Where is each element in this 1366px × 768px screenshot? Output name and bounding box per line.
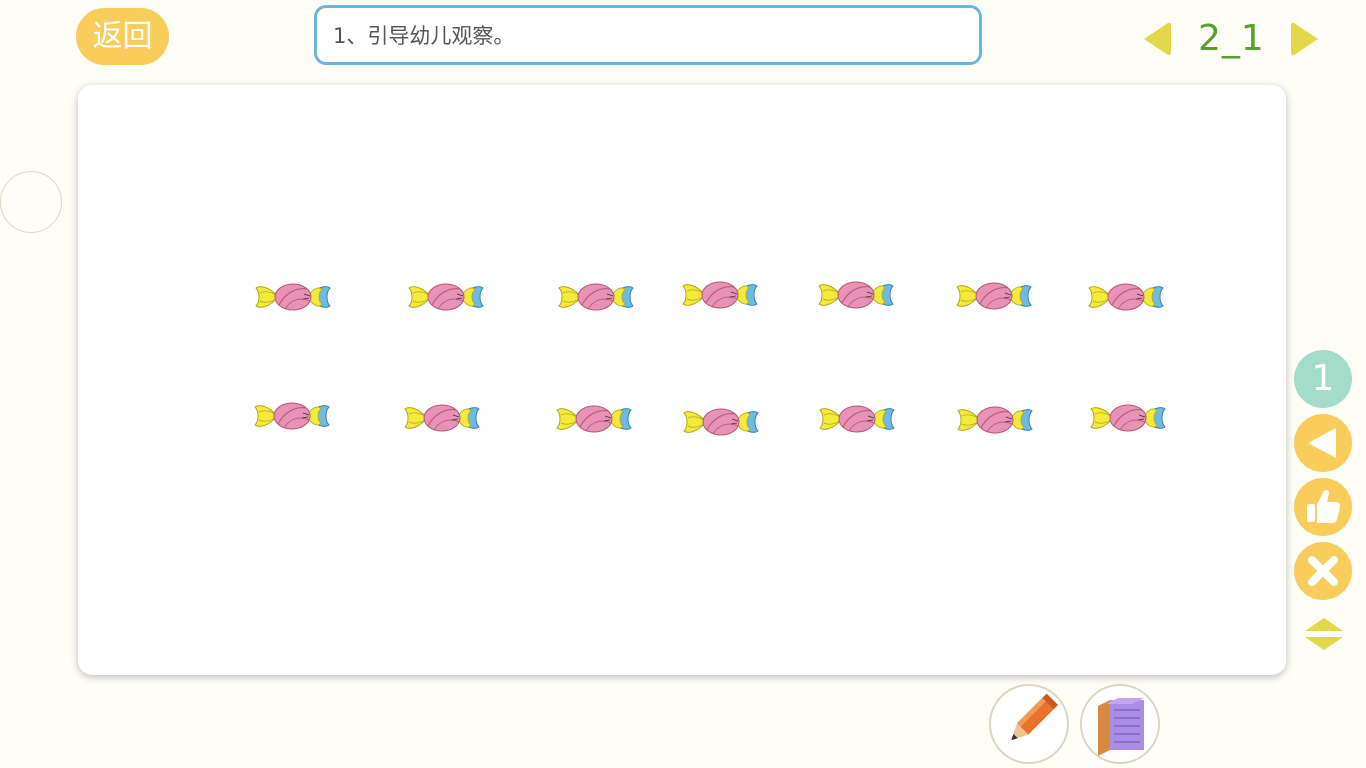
next-page-icon[interactable] [1290, 20, 1322, 58]
candy-icon [1090, 404, 1166, 432]
candy-icon [254, 402, 330, 430]
candy-icon [558, 283, 634, 311]
candy-icon [956, 282, 1032, 310]
instruction-text: 1、引导幼儿观察。 [333, 24, 515, 48]
candy-icon [682, 281, 758, 309]
side-circle-button[interactable] [0, 171, 62, 233]
back-button[interactable]: 返回 [76, 8, 169, 65]
instruction-box: 1、引导幼儿观察。 [314, 5, 982, 65]
previous-button[interactable] [1294, 414, 1352, 472]
previous-icon [1308, 428, 1336, 458]
candy-icon [818, 281, 894, 309]
pencil-icon [1011, 693, 1058, 741]
candy-icon [819, 405, 895, 433]
pencil-button[interactable] [989, 684, 1069, 764]
candy-icon [556, 405, 632, 433]
candy-icon [255, 283, 331, 311]
collapse-icon[interactable] [1303, 614, 1345, 654]
notebook-button[interactable] [1080, 684, 1160, 764]
page-number: 2_1 [1198, 18, 1265, 59]
thumbs-up-button[interactable] [1294, 478, 1352, 536]
prev-page-icon[interactable] [1140, 20, 1172, 58]
candy-icon [404, 404, 480, 432]
candy-icon [1088, 283, 1164, 311]
page-navigator: 2_1 [1140, 14, 1330, 66]
close-button[interactable] [1294, 542, 1352, 600]
app-page: 返回 1、引导幼儿观察。 2_1 1 [0, 0, 1366, 768]
content-board [78, 85, 1286, 675]
close-icon [1308, 556, 1338, 586]
thumbs-up-icon [1307, 489, 1341, 523]
candy-icon [408, 283, 484, 311]
notebook-icon [1098, 698, 1144, 756]
candy-icon [683, 408, 759, 436]
candy-icon [957, 406, 1033, 434]
number-button[interactable]: 1 [1294, 350, 1352, 408]
